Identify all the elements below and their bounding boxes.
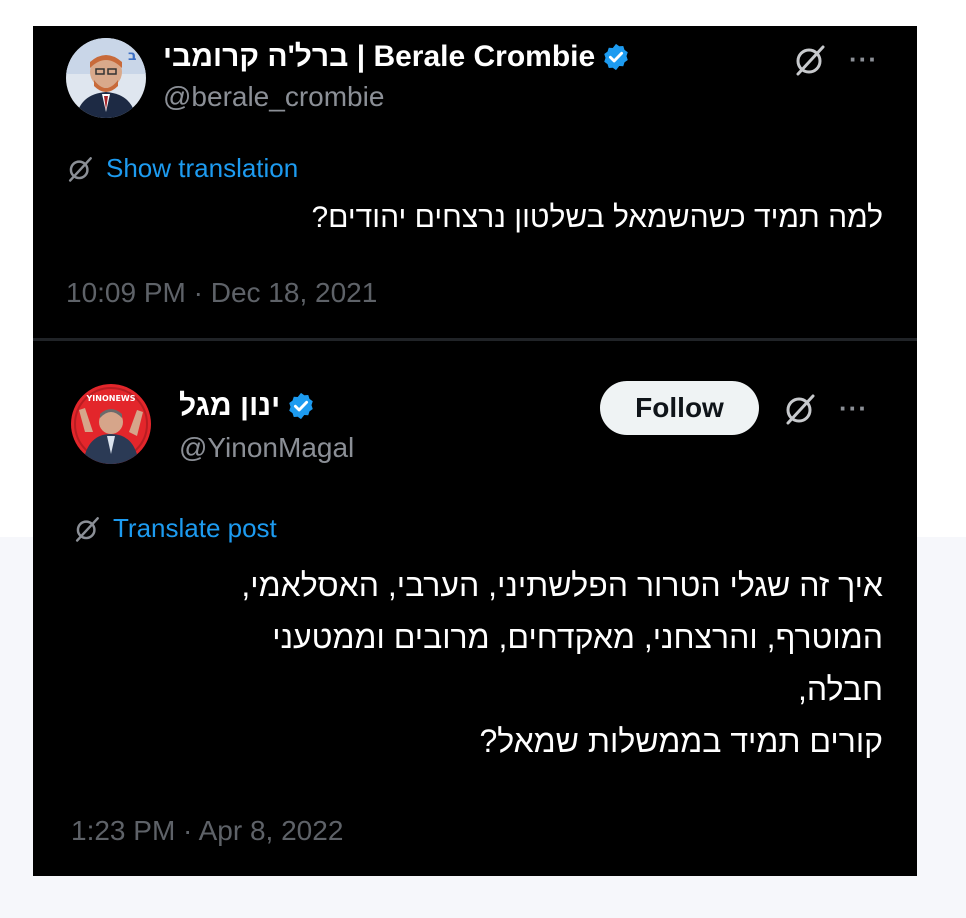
translate-label[interactable]: Translate post bbox=[113, 513, 277, 544]
verified-badge-icon bbox=[601, 42, 631, 72]
translate-label[interactable]: Show translation bbox=[106, 153, 298, 184]
timestamp[interactable]: 1:23 PM · Apr 8, 2022 bbox=[71, 815, 343, 847]
svg-text:ב: ב bbox=[128, 48, 137, 64]
handle[interactable]: @berale_crombie bbox=[163, 81, 384, 113]
display-name[interactable]: ינון מגל bbox=[179, 389, 280, 423]
tweet-text: למה תמיד כשהשמאל בשלטון נרצחים יהודים? bbox=[311, 201, 883, 234]
follow-button[interactable]: Follow bbox=[600, 381, 759, 435]
avatar[interactable]: YINONEWS bbox=[71, 384, 151, 464]
timestamp[interactable]: 10:09 PM · Dec 18, 2021 bbox=[66, 277, 377, 309]
tweet-text: איך זה שגלי הטרור הפלשתיני, הערבי, האסלא… bbox=[241, 567, 883, 759]
translate-post-link[interactable]: Translate post bbox=[73, 513, 277, 544]
display-name[interactable]: ברל'ה קרומבי | Berale Crombie bbox=[163, 40, 595, 74]
tweet-card-2[interactable]: YINONEWS ינון מגל @YinonMagal Follow ···… bbox=[33, 341, 917, 876]
display-name-line[interactable]: ברל'ה קרומבי | Berale Crombie bbox=[163, 40, 631, 74]
show-translation-link[interactable]: Show translation bbox=[66, 153, 298, 184]
display-name-line[interactable]: ינון מגל bbox=[179, 389, 316, 423]
avatar[interactable]: ב bbox=[66, 38, 146, 118]
avatar-badge-text: YINONEWS bbox=[85, 394, 135, 403]
more-icon[interactable]: ··· bbox=[849, 44, 878, 75]
more-icon[interactable]: ··· bbox=[839, 393, 868, 424]
grok-icon bbox=[66, 155, 94, 183]
grok-icon[interactable] bbox=[793, 43, 827, 77]
verified-badge-icon bbox=[286, 391, 316, 421]
tweet-card-1[interactable]: ב ברל'ה קרומבי | Berale Crombie @berale_… bbox=[33, 26, 917, 338]
handle[interactable]: @YinonMagal bbox=[179, 432, 354, 464]
grok-icon bbox=[73, 515, 101, 543]
grok-icon[interactable] bbox=[783, 392, 817, 426]
